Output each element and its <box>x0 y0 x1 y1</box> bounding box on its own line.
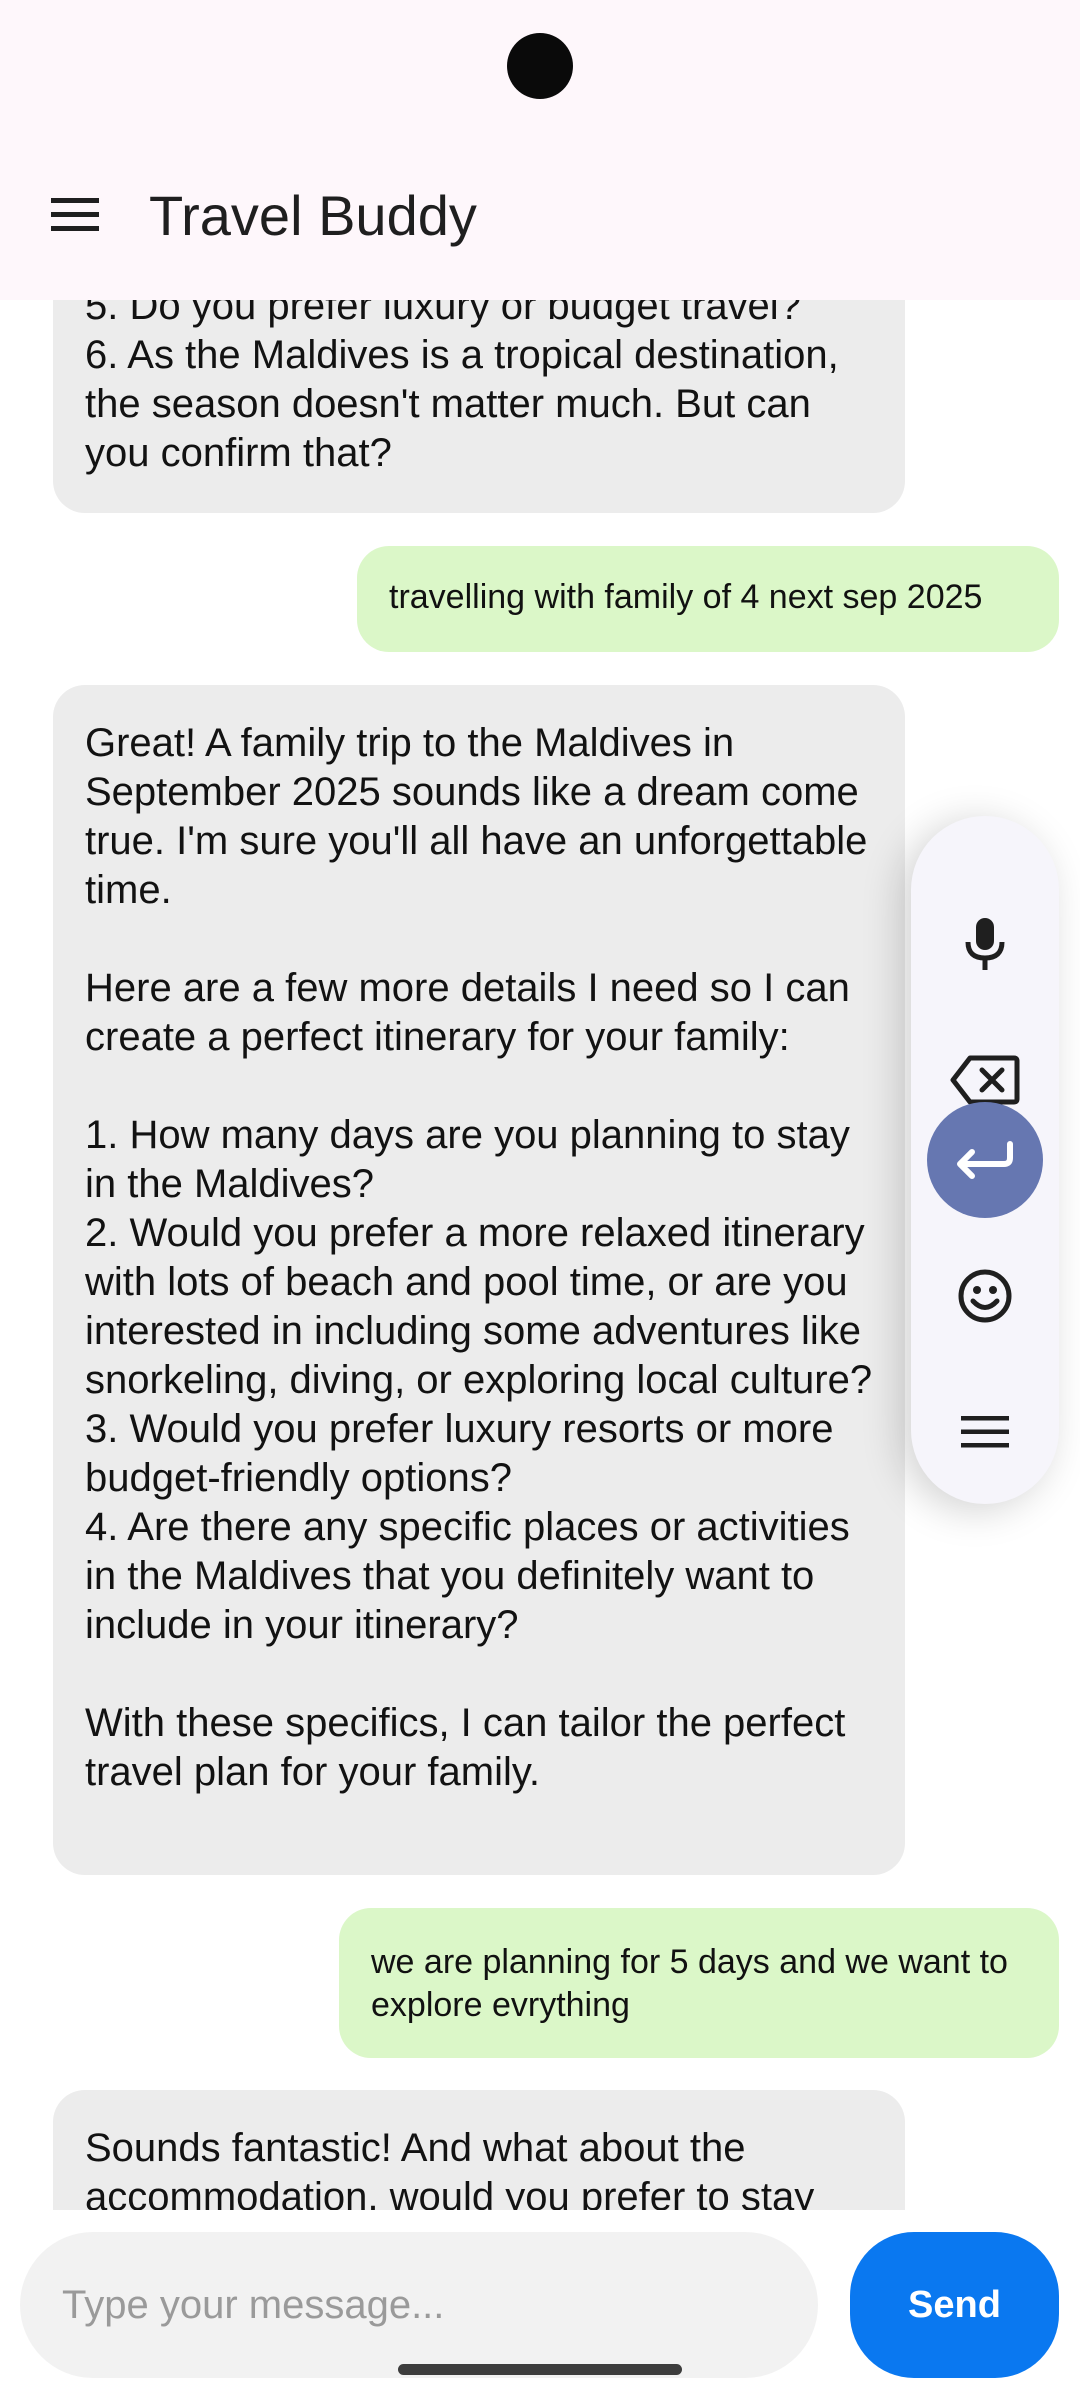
menu-button[interactable] <box>25 165 125 265</box>
status-bar <box>0 0 1080 130</box>
more-options-button[interactable] <box>927 1374 1043 1490</box>
user-message: we are planning for 5 days and we want t… <box>339 1908 1059 2058</box>
home-indicator[interactable] <box>398 2364 682 2375</box>
enter-return-icon <box>957 1141 1013 1179</box>
app-bar: Travel Buddy <box>0 130 1080 300</box>
app-title: Travel Buddy <box>149 183 477 247</box>
enter-button[interactable] <box>927 1102 1043 1218</box>
menu-lines-icon <box>961 1416 1009 1448</box>
keyboard-floating-toolbar <box>911 816 1059 1504</box>
bot-message: 5. Do you prefer luxury or budget travel… <box>53 300 905 513</box>
emoji-smile-icon <box>958 1269 1012 1323</box>
emoji-button[interactable] <box>927 1238 1043 1354</box>
bot-message: Sounds fantastic! And what about the acc… <box>53 2090 905 2210</box>
voice-input-button[interactable] <box>927 886 1043 1002</box>
message-input[interactable] <box>20 2232 818 2378</box>
backspace-icon <box>950 1055 1020 1105</box>
hamburger-menu-icon <box>51 198 99 231</box>
bot-message: Great! A family trip to the Maldives in … <box>53 685 905 1875</box>
send-button[interactable]: Send <box>850 2232 1059 2378</box>
user-message: travelling with family of 4 next sep 202… <box>357 546 1059 652</box>
front-camera <box>507 33 573 99</box>
microphone-icon <box>965 918 1005 970</box>
